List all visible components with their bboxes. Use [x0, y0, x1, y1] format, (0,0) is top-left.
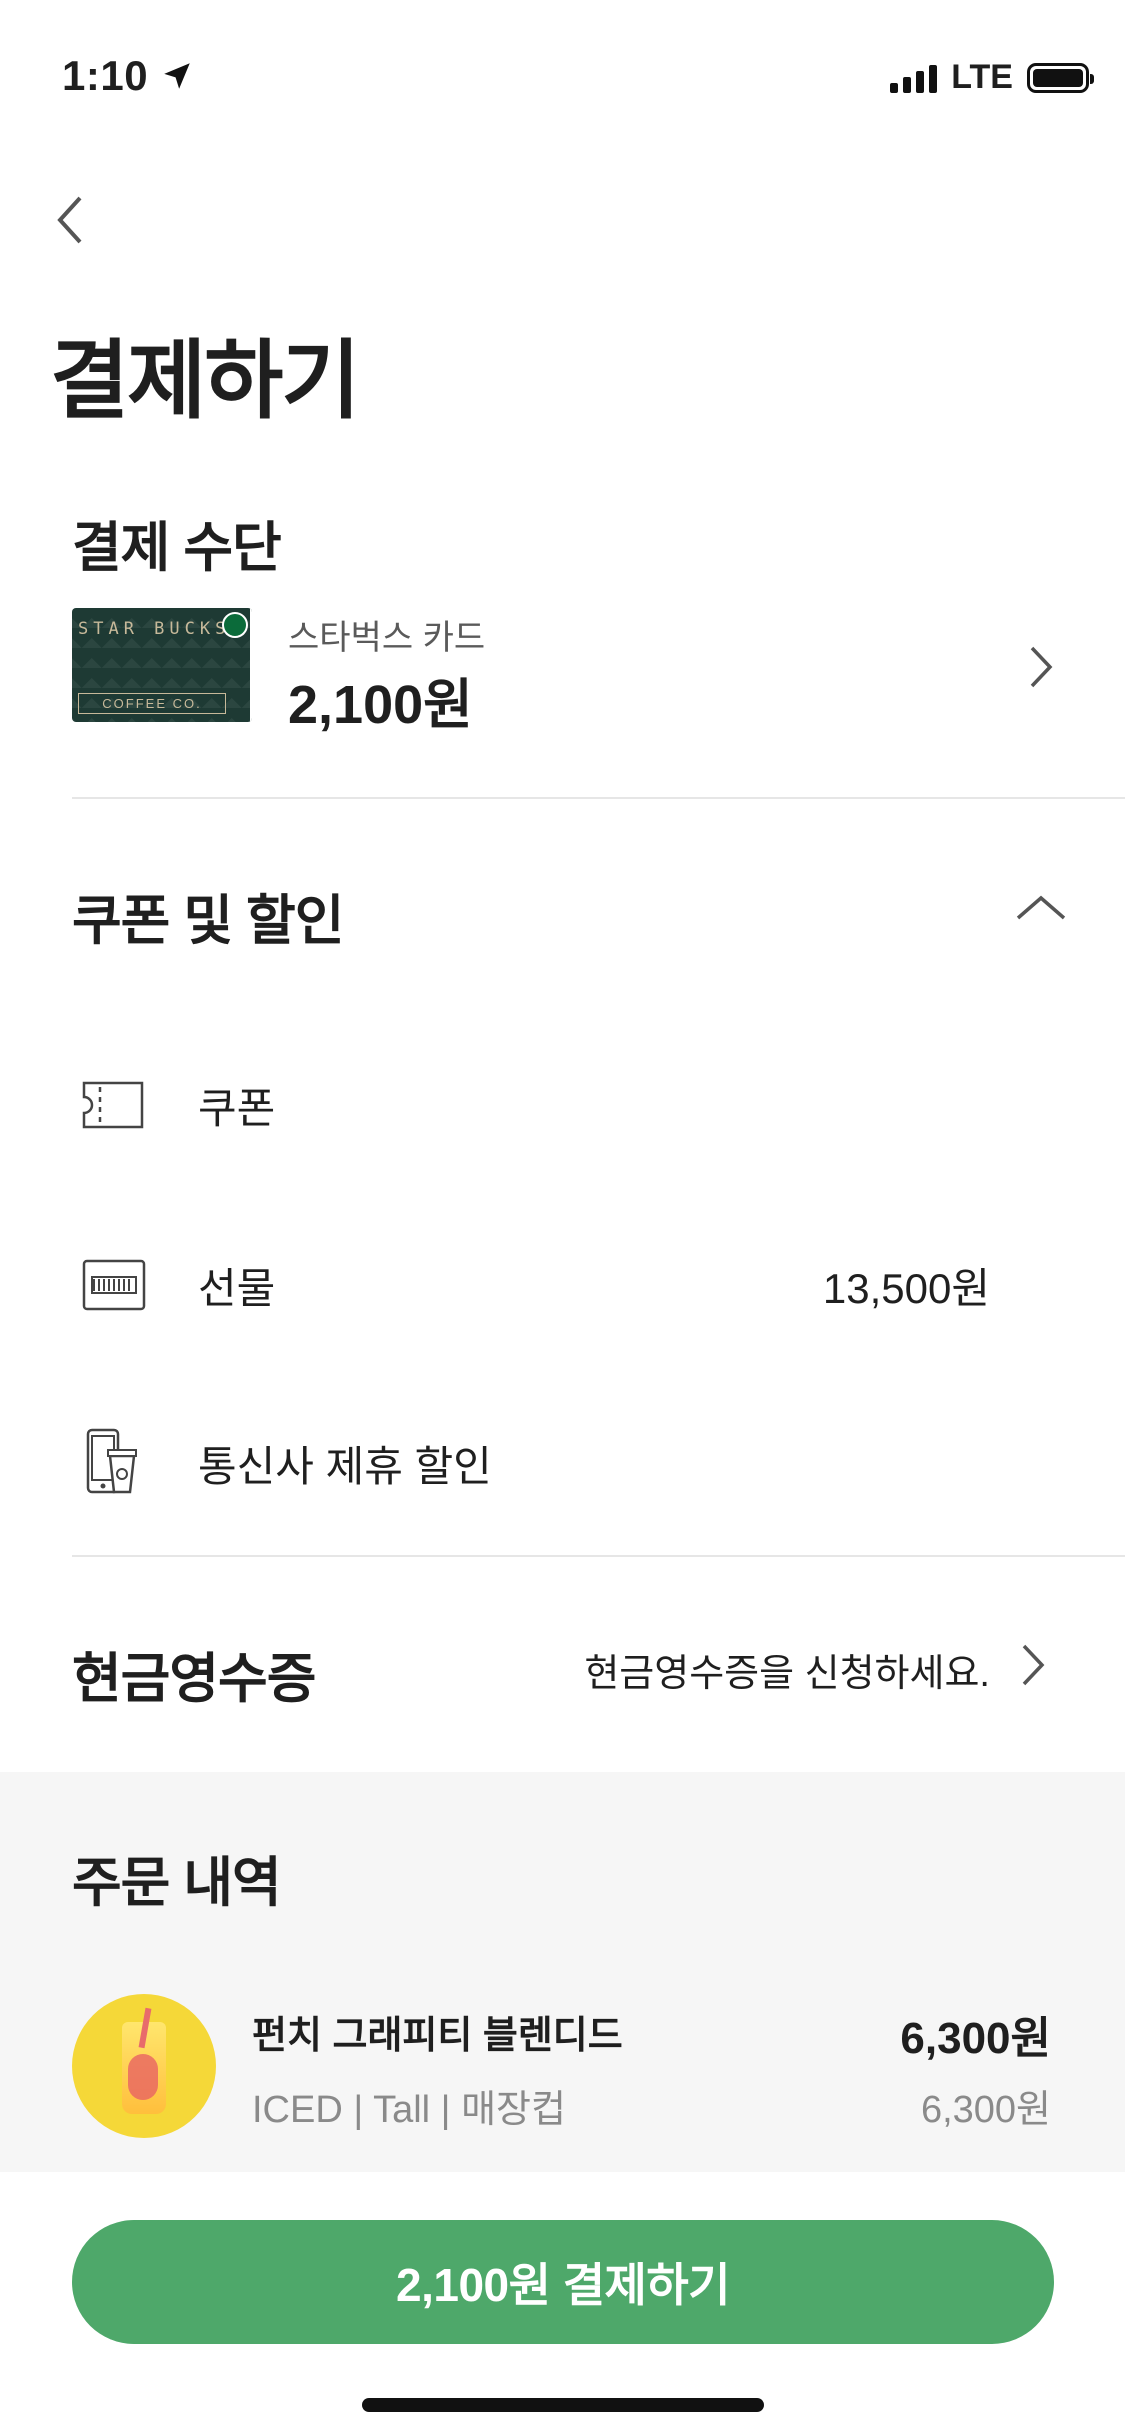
starbucks-logo-icon [222, 612, 248, 638]
chevron-up-icon [1016, 895, 1066, 920]
coupon-row[interactable]: 쿠폰 [72, 1060, 1062, 1150]
payment-method-title: 결제 수단 [72, 518, 282, 578]
order-item-name: 펀치 그래피티 블렌디드 [252, 2015, 623, 2057]
chevron-right-icon [1022, 1644, 1045, 1686]
signal-icon [890, 63, 938, 93]
starbucks-card-image[interactable]: STAR BUCKS COFFEE CO. [72, 608, 252, 722]
card-balance: 2,100원 [288, 675, 473, 735]
back-button[interactable] [50, 190, 90, 250]
gift-row[interactable]: 선물 13,500원 [72, 1240, 1062, 1330]
cash-receipt-row[interactable]: 현금영수증 현금영수증을 신청하세요. [72, 1620, 1062, 1720]
carrier-discount-label: 통신사 제휴 할인 [198, 1442, 492, 1490]
pay-button[interactable]: 2,100원 결제하기 [72, 2220, 1054, 2344]
order-history-title: 주문 내역 [72, 1853, 282, 1913]
order-item-options: ICED | Tall | 매장컵 [252, 2089, 566, 2131]
gift-card-icon [82, 1259, 146, 1311]
status-bar-time: 1:10 [62, 52, 194, 100]
ticket-icon [82, 1081, 144, 1129]
gift-label: 선물 [198, 1264, 276, 1312]
cash-receipt-title: 현금영수증 [72, 1649, 316, 1709]
coupons-discounts-title: 쿠폰 및 할인 [72, 891, 344, 951]
battery-icon [1027, 62, 1094, 93]
card-art-text: STAR BUCKS [78, 619, 231, 639]
order-item-unit-price: 6,300원 [920, 2089, 1051, 2131]
location-arrow-icon [164, 63, 190, 89]
network-label: LTE [951, 58, 1013, 96]
chevron-right-icon [1030, 646, 1053, 688]
page-title: 결제하기 [50, 333, 360, 429]
divider [72, 797, 1125, 799]
carrier-discount-row[interactable]: 통신사 제휴 할인 [72, 1418, 1062, 1508]
order-item-price: 6,300원 [900, 2014, 1051, 2063]
card-name: 스타벅스 카드 [288, 619, 486, 657]
divider [72, 1555, 1125, 1557]
gift-value: 13,500원 [822, 1264, 990, 1312]
status-bar-indicators: LTE [890, 58, 1094, 97]
card-art-sub: COFFEE CO. [78, 693, 226, 714]
cash-receipt-hint: 현금영수증을 신청하세요. [584, 1653, 990, 1695]
collapse-toggle[interactable] [1014, 892, 1068, 927]
product-thumbnail [72, 1994, 216, 2138]
payment-method-chevron[interactable] [1028, 644, 1054, 695]
coupon-label: 쿠폰 [198, 1084, 276, 1132]
home-indicator [362, 2398, 764, 2412]
time-text: 1:10 [62, 52, 149, 99]
phone-cup-icon [86, 1428, 137, 1494]
chevron-left-icon [57, 196, 82, 244]
